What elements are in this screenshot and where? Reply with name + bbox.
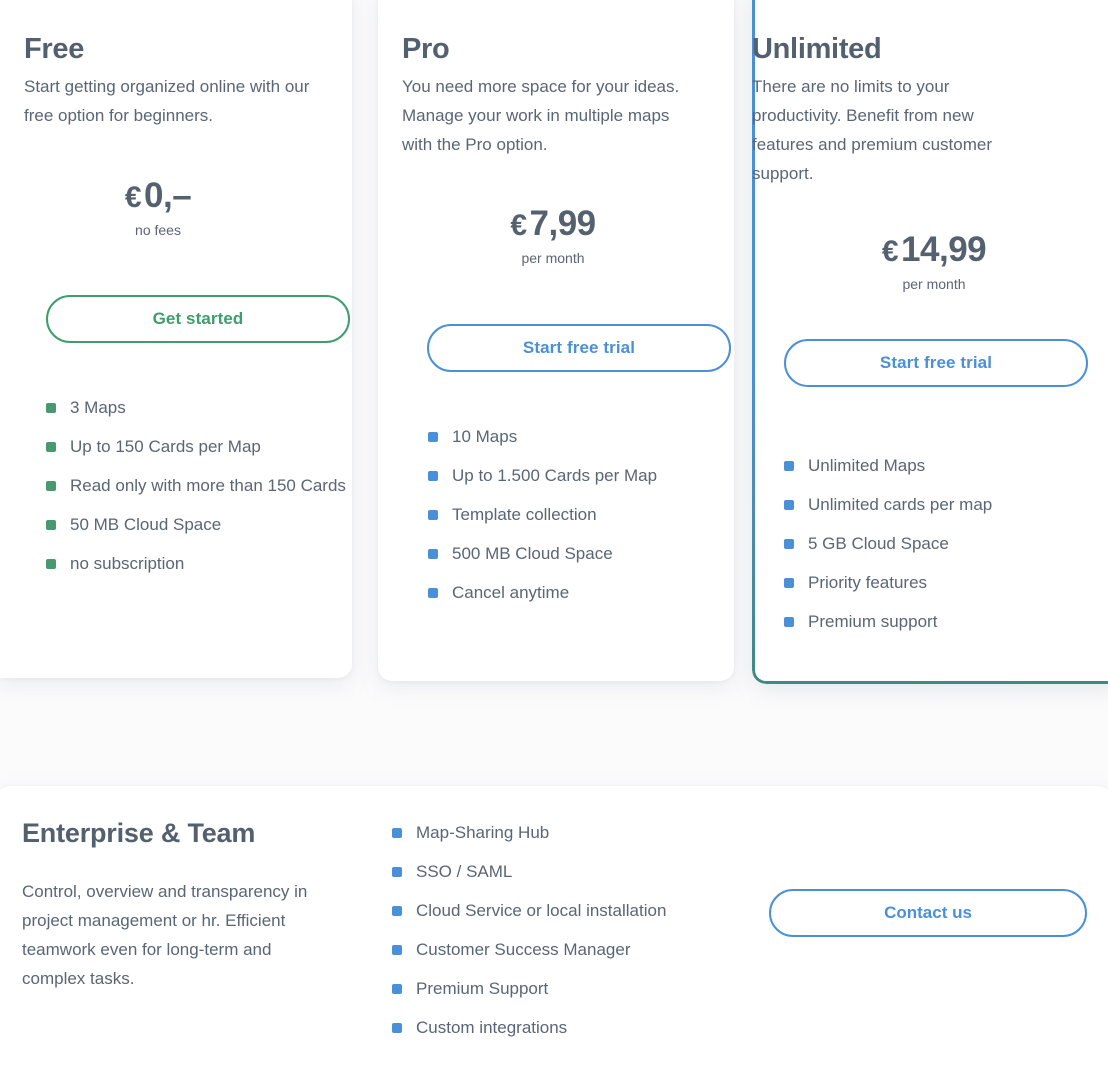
bullet-icon [392, 1023, 402, 1033]
enterprise-title: Enterprise & Team [22, 818, 256, 848]
list-item: Unlimited Maps [784, 451, 1094, 480]
list-item: Up to 1.500 Cards per Map [428, 461, 734, 490]
list-item: Read only with more than 150 Cards [46, 471, 352, 500]
feature-list-unlimited: Unlimited Maps Unlimited cards per map 5… [784, 451, 1094, 646]
plan-name-unlimited: Unlimited [752, 33, 882, 65]
feature-label: Up to 1.500 Cards per Map [452, 466, 658, 485]
bullet-icon [392, 828, 402, 838]
bullet-icon [46, 481, 56, 491]
currency-symbol: € [881, 235, 899, 268]
feature-label: Customer Success Manager [416, 940, 631, 959]
feature-label: Priority features [808, 573, 928, 592]
list-item: 3 Maps [46, 393, 352, 422]
list-item: Premium support [784, 607, 1094, 636]
bullet-icon [784, 617, 794, 627]
plan-name-free: Free [24, 33, 85, 65]
bullet-icon [428, 510, 438, 520]
list-item: Map-Sharing Hub [392, 818, 722, 847]
feature-label: 3 Maps [70, 398, 126, 417]
price-value: 0,– [144, 176, 192, 215]
feature-label: Custom integrations [416, 1018, 568, 1037]
list-item: 5 GB Cloud Space [784, 529, 1094, 558]
feature-label: Unlimited cards per map [808, 495, 993, 514]
list-item: Unlimited cards per map [784, 490, 1094, 519]
bullet-icon [392, 945, 402, 955]
feature-label: 10 Maps [452, 427, 518, 446]
feature-label: Up to 150 Cards per Map [70, 437, 261, 456]
list-item: Premium Support [392, 974, 722, 1003]
bullet-icon [46, 559, 56, 569]
bullet-icon [784, 578, 794, 588]
plan-card-pro: Pro You need more space for your ideas. … [378, 0, 734, 681]
price-value: 7,99 [529, 204, 597, 243]
bullet-icon [784, 461, 794, 471]
feature-label: Cloud Service or local installation [416, 901, 667, 920]
feature-label: Cancel anytime [452, 583, 570, 602]
list-item: Template collection [428, 500, 734, 529]
bullet-icon [428, 471, 438, 481]
plan-name-pro: Pro [402, 33, 450, 65]
plan-price-unlimited: €14,99 [752, 230, 1108, 272]
feature-label: Unlimited Maps [808, 456, 926, 475]
bullet-icon [392, 867, 402, 877]
plan-price-pro: €7,99 [399, 204, 707, 246]
feature-list-enterprise: Map-Sharing Hub SSO / SAML Cloud Service… [392, 818, 722, 1052]
bullet-icon [392, 984, 402, 994]
list-item: Customer Success Manager [392, 935, 722, 964]
plan-price-block-free: €0,– no fees [6, 176, 310, 239]
plan-price-free: €0,– [6, 176, 310, 218]
plan-price-block-unlimited: €14,99 per month [752, 230, 1108, 293]
feature-label: no subscription [70, 554, 185, 573]
currency-symbol: € [510, 209, 527, 242]
get-started-button[interactable]: Get started [46, 295, 350, 343]
list-item: 10 Maps [428, 422, 734, 451]
list-item: Priority features [784, 568, 1094, 597]
plan-price-block-pro: €7,99 per month [399, 204, 707, 267]
bullet-icon [46, 520, 56, 530]
plan-description-pro: You need more space for your ideas. Mana… [402, 77, 680, 154]
bullet-icon [392, 906, 402, 916]
plan-card-free: Free Start getting organized online with… [0, 0, 352, 678]
plan-price-note-unlimited: per month [902, 276, 966, 292]
list-item: Cloud Service or local installation [392, 896, 722, 925]
plan-card-unlimited: Unlimited There are no limits to your pr… [752, 0, 1108, 684]
feature-label: Premium Support [416, 979, 549, 998]
feature-label: Read only with more than 150 Cards [70, 476, 346, 495]
bullet-icon [46, 403, 56, 413]
bullet-icon [428, 432, 438, 442]
currency-symbol: € [124, 181, 142, 214]
price-value: 14,99 [901, 230, 987, 269]
feature-label: 500 MB Cloud Space [452, 544, 613, 563]
list-item: 50 MB Cloud Space [46, 510, 352, 539]
feature-label: 50 MB Cloud Space [70, 515, 222, 534]
feature-label: SSO / SAML [416, 862, 513, 881]
list-item: no subscription [46, 549, 352, 578]
feature-label: Template collection [452, 505, 597, 524]
list-item: SSO / SAML [392, 857, 722, 886]
feature-list-pro: 10 Maps Up to 1.500 Cards per Map Templa… [428, 422, 734, 617]
feature-list-free: 3 Maps Up to 150 Cards per Map Read only… [46, 393, 352, 588]
list-item: Up to 150 Cards per Map [46, 432, 352, 461]
list-item: 500 MB Cloud Space [428, 539, 734, 568]
plan-price-note-pro: per month [521, 250, 585, 266]
contact-us-button[interactable]: Contact us [769, 889, 1087, 937]
bullet-icon [428, 588, 438, 598]
bullet-icon [784, 539, 794, 549]
enterprise-description: Control, overview and transparency in pr… [22, 882, 308, 988]
bullet-icon [46, 442, 56, 452]
feature-label: 5 GB Cloud Space [808, 534, 949, 553]
start-free-trial-button-pro[interactable]: Start free trial [427, 324, 731, 372]
feature-label: Map-Sharing Hub [416, 823, 550, 842]
bullet-icon [784, 500, 794, 510]
list-item: Cancel anytime [428, 578, 734, 607]
bullet-icon [428, 549, 438, 559]
start-free-trial-button-unlimited[interactable]: Start free trial [784, 339, 1088, 387]
plan-description-unlimited: There are no limits to your productivity… [752, 77, 992, 183]
plan-description-free: Start getting organized online with our … [24, 77, 310, 125]
list-item: Custom integrations [392, 1013, 722, 1042]
feature-label: Premium support [808, 612, 938, 631]
plan-price-note-free: no fees [135, 222, 181, 238]
pricing-plans-row: Free Start getting organized online with… [0, 0, 1108, 690]
